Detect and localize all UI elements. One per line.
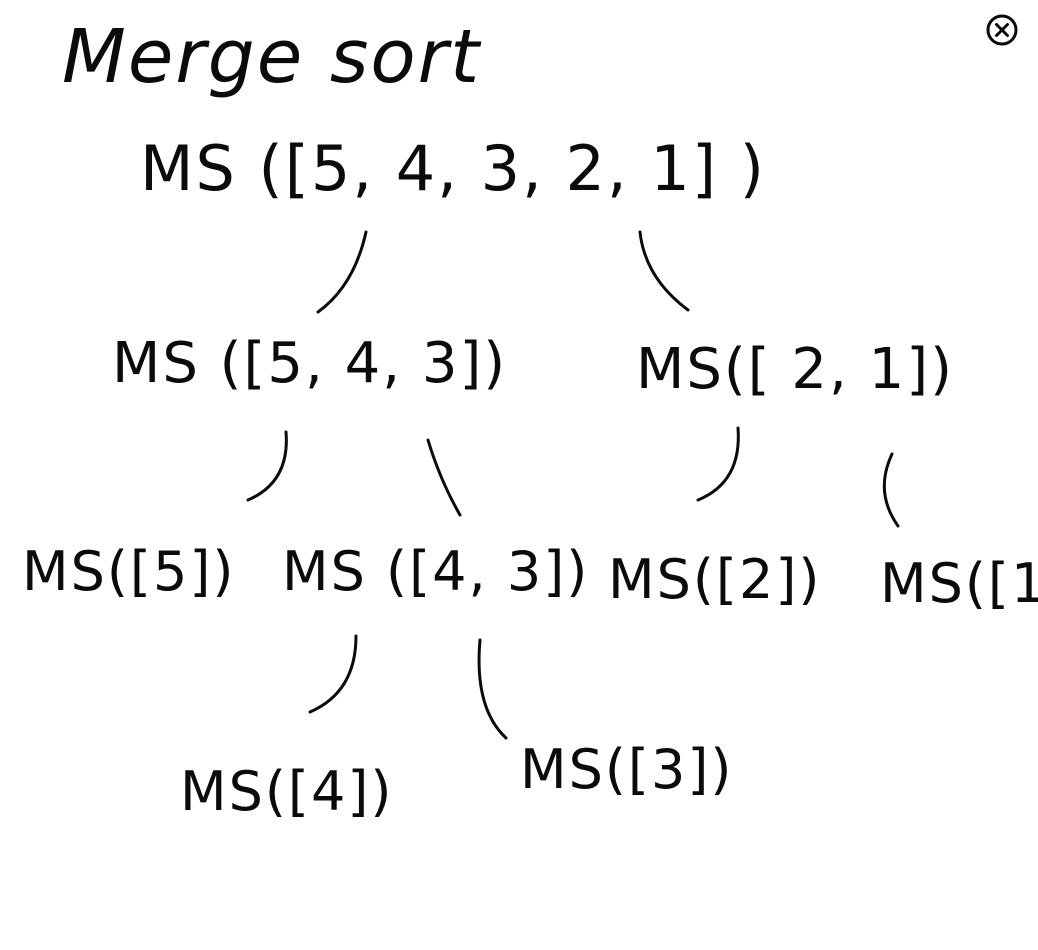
node-left-right-left: MS([4]) bbox=[180, 760, 394, 823]
node-left-left: MS([5]) bbox=[22, 540, 236, 603]
diagram-title: Merge sort bbox=[62, 14, 482, 100]
edge-lr-right bbox=[477, 638, 508, 740]
node-left: MS ([5, 4, 3]) bbox=[112, 331, 507, 396]
whiteboard-canvas: Merge sort MS ([5, 4, 3, 2, 1] ) MS ([5,… bbox=[22, 14, 1038, 823]
edge-root-right bbox=[638, 230, 690, 312]
edge-left-right bbox=[426, 438, 462, 517]
edge-lr-left bbox=[308, 634, 358, 714]
edge-left-left bbox=[246, 430, 288, 502]
node-root: MS ([5, 4, 3, 2, 1] ) bbox=[140, 132, 766, 205]
edge-right-left bbox=[696, 426, 740, 502]
close-circle-icon bbox=[986, 14, 1018, 46]
close-button[interactable] bbox=[984, 12, 1020, 48]
node-right-right: MS([1]) bbox=[880, 552, 1038, 615]
node-right: MS([ 2, 1]) bbox=[636, 337, 954, 402]
edge-root-left bbox=[316, 230, 368, 314]
node-left-right-right: MS([3]) bbox=[520, 738, 734, 801]
node-left-right: MS ([4, 3]) bbox=[282, 540, 589, 603]
edge-right-right bbox=[882, 452, 900, 528]
node-right-left: MS([2]) bbox=[608, 548, 822, 611]
